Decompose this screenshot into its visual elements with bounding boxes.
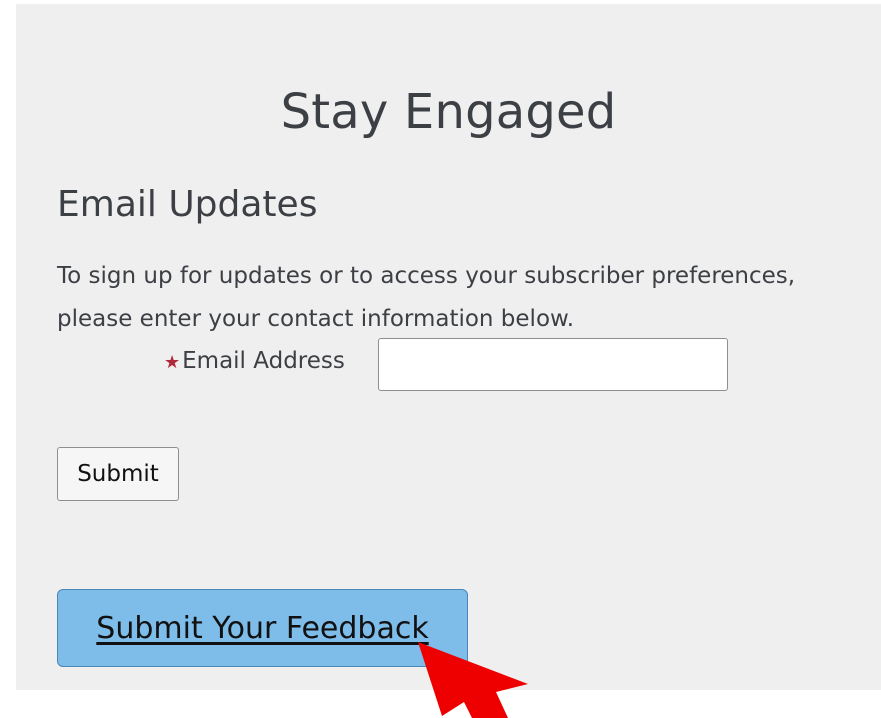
submit-button[interactable]: Submit [57, 447, 179, 501]
email-input[interactable] [378, 338, 728, 391]
email-field-label: ★Email Address [164, 348, 345, 374]
section-title: Email Updates [57, 184, 318, 225]
signup-description: To sign up for updates or to access your… [57, 263, 796, 332]
required-star-icon: ★ [164, 352, 181, 373]
page-edge-strip [0, 0, 16, 718]
page-title: Stay Engaged [280, 84, 617, 140]
email-label-text: Email Address [182, 348, 345, 374]
submit-feedback-button[interactable]: Submit Your Feedback [57, 589, 468, 667]
submit-feedback-label: Submit Your Feedback [96, 610, 429, 646]
red-arrow-pointer-icon [418, 642, 528, 718]
